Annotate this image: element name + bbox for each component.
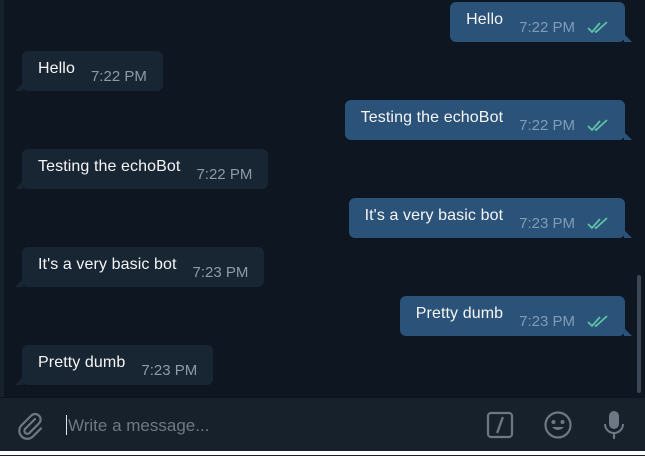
message-time: 7:23 PM <box>519 312 575 330</box>
message-text: Hello <box>38 60 75 77</box>
double-check-icon <box>587 217 608 230</box>
message-text: It's a very basic bot <box>364 207 504 224</box>
message-time: 7:23 PM <box>141 361 198 379</box>
outgoing-message[interactable]: Testing the echoBot 7:22 PM <box>344 100 633 140</box>
emoji-icon[interactable] <box>543 410 573 440</box>
message-time: 7:23 PM <box>192 263 249 281</box>
message-text: It's a very basic bot <box>38 256 177 273</box>
double-check-icon <box>587 315 608 328</box>
outgoing-message[interactable]: It's a very basic bot 7:23 PM <box>348 198 633 238</box>
message-time: 7:22 PM <box>90 67 147 85</box>
scrollbar-thumb[interactable] <box>637 275 641 393</box>
message-time: 7:22 PM <box>519 116 575 134</box>
outgoing-message[interactable]: Hello 7:22 PM <box>450 2 632 42</box>
message-time: 7:23 PM <box>519 214 575 232</box>
bot-command-icon[interactable] <box>486 411 514 439</box>
message-composer <box>0 397 645 456</box>
double-check-icon <box>587 21 608 34</box>
chat-left-edge <box>0 0 4 397</box>
message-text: Testing the echoBot <box>360 109 504 126</box>
incoming-message[interactable]: Pretty dumb 7:23 PM <box>14 345 214 385</box>
paperclip-icon[interactable] <box>15 411 45 441</box>
message-time: 7:22 PM <box>519 18 575 36</box>
outgoing-message[interactable]: Pretty dumb 7:23 PM <box>399 296 633 336</box>
message-time: 7:22 PM <box>196 165 253 183</box>
message-text: Testing the echoBot <box>38 158 181 175</box>
message-input[interactable] <box>66 411 450 441</box>
message-text: Pretty dumb <box>38 354 126 371</box>
incoming-message[interactable]: Hello 7:22 PM <box>15 51 163 91</box>
message-text: Hello <box>466 11 504 28</box>
double-check-icon <box>587 119 608 132</box>
incoming-message[interactable]: Testing the echoBot 7:22 PM <box>14 149 269 189</box>
message-text: Pretty dumb <box>415 305 504 322</box>
microphone-icon[interactable] <box>601 410 627 440</box>
message-history[interactable]: Hello 7:22 PM Hello 7:22 PM Testing the … <box>0 0 645 397</box>
incoming-message[interactable]: It's a very basic bot 7:23 PM <box>14 247 265 287</box>
window-bottom-edge <box>0 451 645 455</box>
